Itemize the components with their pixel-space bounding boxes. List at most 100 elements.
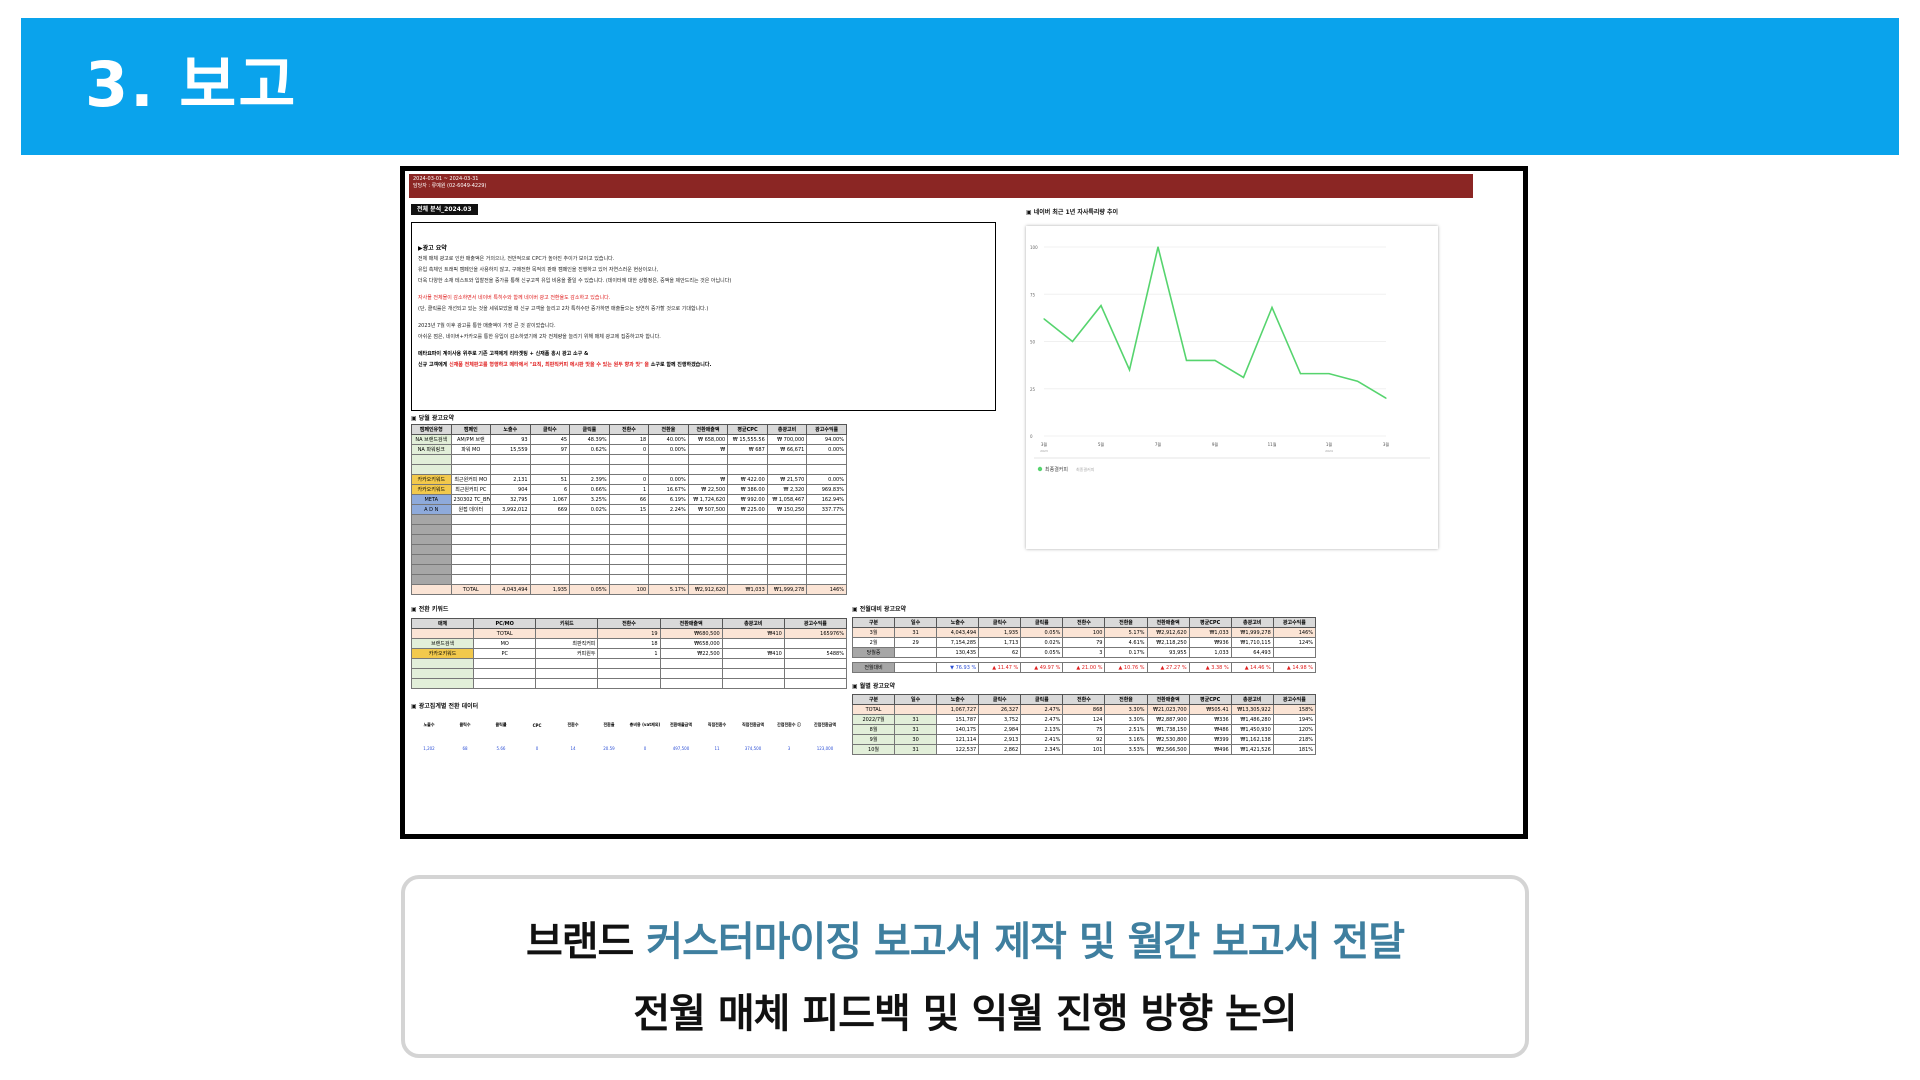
- prev-cell: 0.02%: [1020, 637, 1064, 648]
- monthly-cell: [529, 534, 571, 545]
- monthly-cell: 16.67%: [648, 484, 689, 495]
- monthly-empty-row: [411, 574, 847, 585]
- hist-cell: 2.41%: [1020, 734, 1064, 745]
- monthly-cell: [806, 554, 847, 565]
- hist-cell: ₩336: [1188, 714, 1232, 725]
- monthly-cell: [450, 514, 492, 525]
- monthly-cell: [529, 554, 571, 565]
- monthly-cell: ₩: [687, 474, 729, 485]
- monthly-cell: ₩ 658,000: [687, 434, 729, 445]
- hist-cell: 140,175: [936, 724, 980, 735]
- monthly-cell: AM/PM 브랜: [450, 434, 492, 445]
- conv-header: 광고수익률: [783, 618, 848, 629]
- monthly-cell: 0.62%: [569, 444, 610, 455]
- monthly-cell: [529, 524, 571, 535]
- hist-cell: 9월: [851, 734, 896, 745]
- prev-cell: 0.17%: [1104, 647, 1148, 658]
- chart-point: [1328, 373, 1330, 375]
- chart-point: [1271, 306, 1273, 309]
- summary-para1-line2: 유입 측체인 트래픽 캠페인을 사용하지 않고, 구매전환 목적의 판매 캠페인…: [418, 267, 659, 273]
- hist-cell: 31: [894, 724, 938, 735]
- monthly-cell: [608, 554, 650, 565]
- monthly-cell: [648, 534, 689, 545]
- monthly-cell: [727, 464, 768, 475]
- hist-cell: 3.30%: [1104, 704, 1148, 715]
- report-period: 2024-03-01 ~ 2024-03-31: [413, 176, 479, 182]
- monthly-cell: [490, 564, 531, 575]
- conv-empty-row: [410, 678, 848, 689]
- monthly-cell: [766, 574, 808, 585]
- monthly-cell: [569, 544, 610, 555]
- conv-cell: 1: [597, 648, 661, 659]
- monthly-cell: [648, 454, 689, 465]
- report-screenshot: 2024-03-01 ~ 2024-03-31 담당자 : 류예원 (02-60…: [400, 166, 1528, 839]
- monthly-cell: [529, 454, 571, 465]
- monthly-empty-row: [411, 544, 847, 555]
- monthly-cell: ₩ 687: [727, 444, 768, 455]
- hist-cell: 2,984: [978, 724, 1022, 735]
- summary-para1-line1: 전체 매체 광고로 인한 매출액은 거의으나, 전반적으로 CPC가 높아진 추…: [418, 256, 615, 262]
- conv-header: 매체: [410, 618, 475, 629]
- hist-cell: 194%: [1272, 714, 1317, 725]
- monthly-cell: 3.25%: [569, 494, 610, 505]
- hist-cell: 2.47%: [1020, 704, 1064, 715]
- summary-plan-line2: 신규 고객에게 신재품 전체판고를 형행하고 메타에서 "요직, 최판직커피 에…: [418, 362, 712, 368]
- conv-cell: [783, 658, 848, 669]
- monthly-cell: 최근원커피 MO: [450, 474, 492, 485]
- monthly-cell: [569, 464, 610, 475]
- prev-header: 클릭수: [978, 617, 1022, 628]
- monthly-total-cell: 1,935: [529, 584, 571, 595]
- conv-cell: ₩22,500: [659, 648, 723, 659]
- slide-header: 3. 보고: [21, 18, 1899, 155]
- conv-cell: [597, 678, 661, 689]
- monthly-cell: A D N: [411, 504, 452, 515]
- monthly-cell: [608, 564, 650, 575]
- caption-line1: 브랜드 커스터마이징 보고서 제작 및 월간 보고서 전달: [525, 919, 1405, 965]
- monthly-cell: 45: [529, 434, 571, 445]
- prev-delta-cell: ▼ 76.93 %: [936, 662, 980, 673]
- prev-cell: ₩936: [1188, 637, 1232, 648]
- monthly-header: 평균CPC: [727, 424, 768, 435]
- monthly-header: 전환율: [648, 424, 689, 435]
- hist-cell: 124: [1062, 714, 1106, 725]
- conv-cell: [783, 638, 848, 649]
- chart-legend-label: 최종결커피: [1045, 466, 1068, 473]
- monthly-cell: [490, 544, 531, 555]
- monthly-cell: 0.00%: [806, 474, 847, 485]
- prev-cell: [894, 647, 938, 658]
- hist-cell: ₩1,486,280: [1230, 714, 1274, 725]
- conv-cell: [597, 658, 661, 669]
- monthly-header: 클릭률: [569, 424, 610, 435]
- monthly-row: META 230302 TC_BFAI 32,795 1,067 3.25% 66 6.19…: [411, 494, 847, 505]
- prev-delta-row: 전월대비 ▼ 76.93 % ▲ 11.47 % ▲ 49.97 % ▲ 21.00 %…: [851, 662, 1317, 673]
- prev-delta-cell: ▲ 10.76 %: [1104, 662, 1148, 673]
- prev-cell: 146%: [1272, 627, 1317, 638]
- conv-row: 브랜드검색 MO 최판직커피 18 ₩658,000: [410, 638, 848, 649]
- monthly-empty-row: [411, 554, 847, 565]
- prev-header: 총광고비: [1230, 617, 1274, 628]
- conv-cell: [783, 678, 848, 689]
- monthly-cell: [490, 554, 531, 565]
- chart-point: [1214, 359, 1216, 361]
- hist-cell: 3,752: [978, 714, 1022, 725]
- hist-cell: ₩1,450,930: [1230, 724, 1274, 735]
- prev-cell: 1,713: [978, 637, 1022, 648]
- hist-cell: 3.16%: [1104, 734, 1148, 745]
- extra-cell: 123,000: [816, 745, 834, 751]
- prev-cell: 124%: [1272, 637, 1317, 648]
- monthly-cell: [411, 574, 452, 585]
- prev-cell: 당월증: [851, 647, 896, 658]
- extra-header: 클릭수: [447, 713, 483, 737]
- monthly-cell: [806, 574, 847, 585]
- extra-cell: 11: [714, 745, 720, 751]
- conv-row: TOTAL 19 ₩680,500 ₩410 165976%: [410, 628, 848, 639]
- monthly-cell: [608, 534, 650, 545]
- prev-cell: 3월: [851, 627, 896, 638]
- monthly-total-cell: ₩1,033: [727, 584, 768, 595]
- ad-summary-box: ▶광고 요약 전체 매체 광고로 인한 매출액은 거의으나, 전반적으로 CPC…: [411, 222, 996, 411]
- conv-cell: [535, 678, 599, 689]
- monthly-cell: [411, 564, 452, 575]
- extra-cell: 1,202: [423, 745, 435, 751]
- monthly-cell: META: [411, 494, 452, 505]
- monthly-cell: 0.00%: [648, 444, 689, 455]
